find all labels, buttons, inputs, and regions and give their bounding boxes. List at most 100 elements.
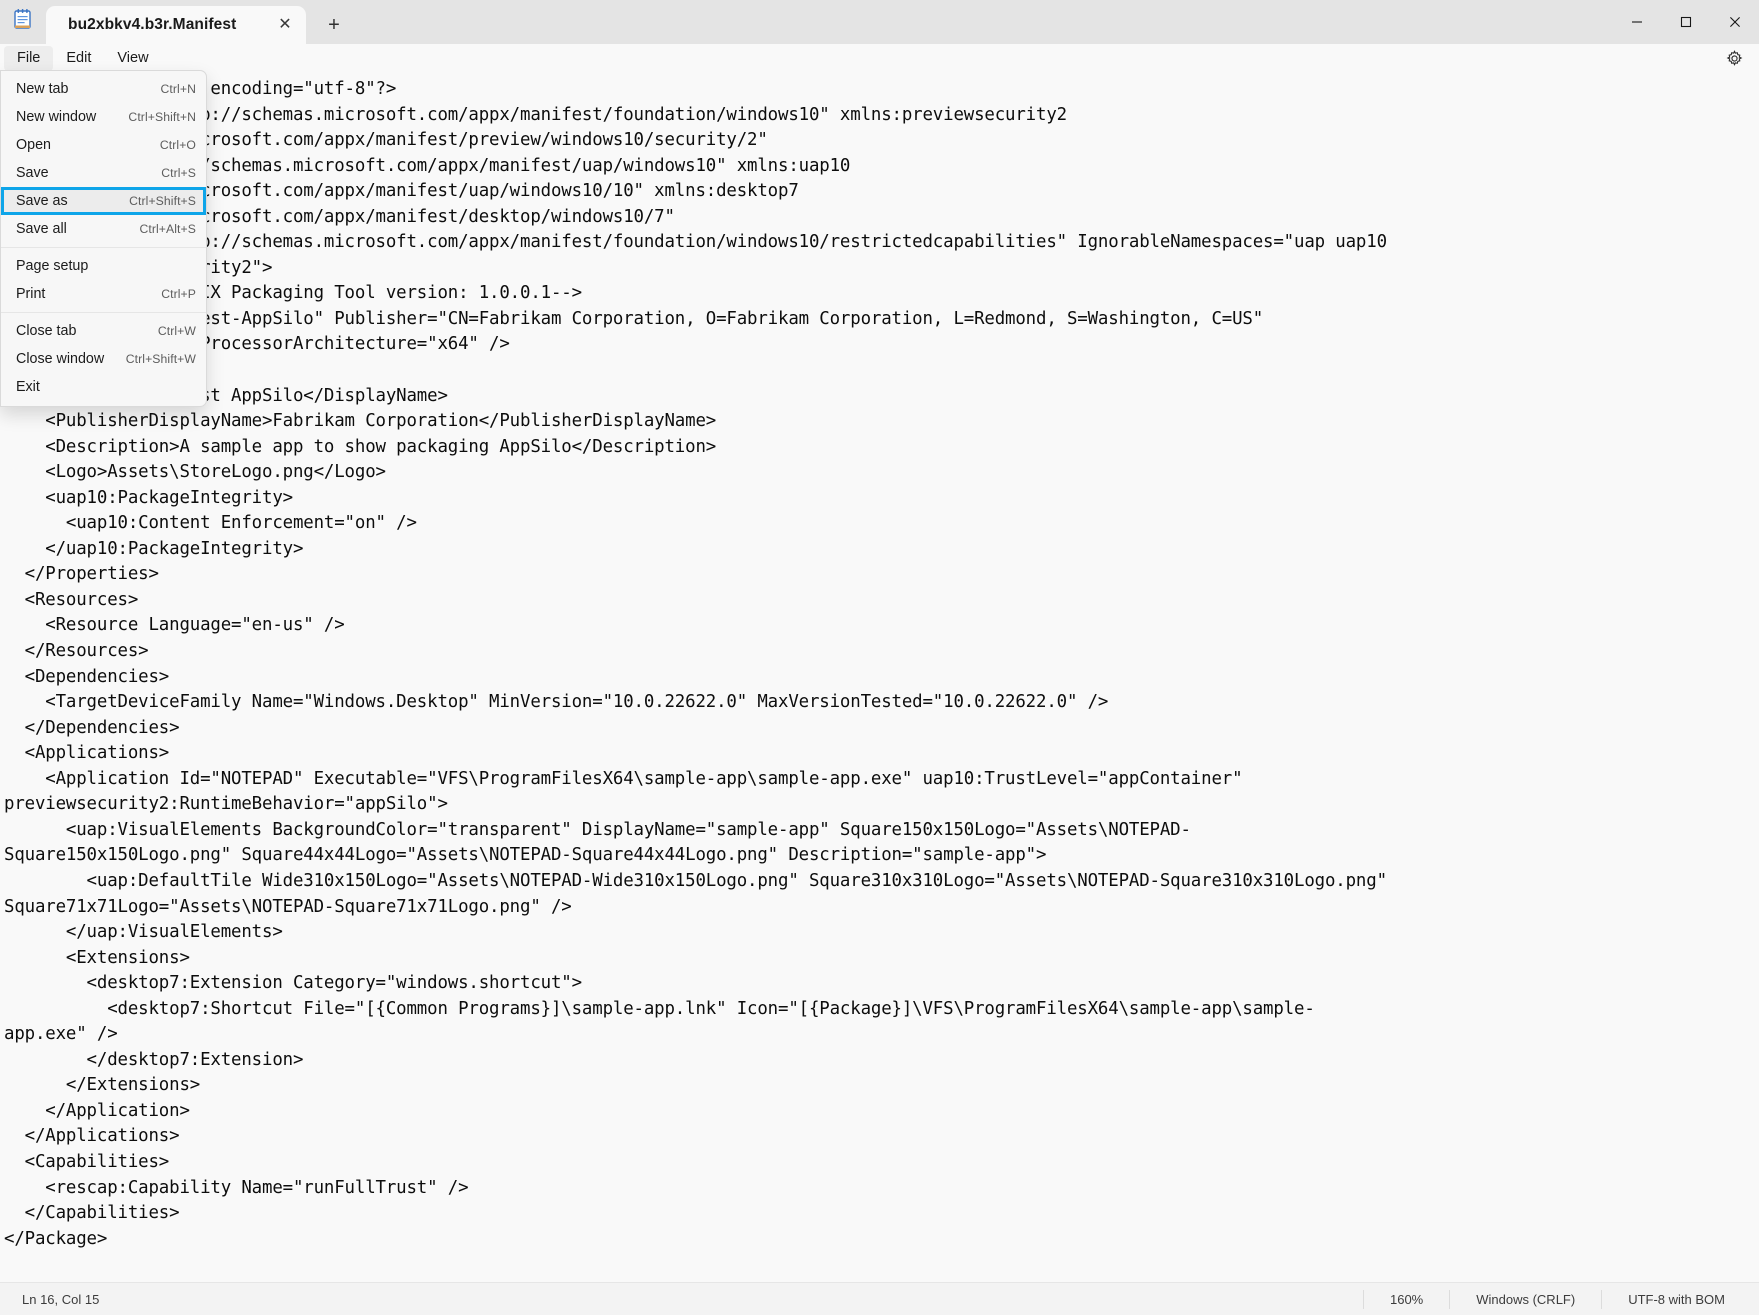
- close-window-button[interactable]: [1710, 0, 1759, 44]
- menu-item-close-window[interactable]: Close window Ctrl+Shift+W: [1, 345, 206, 373]
- menu-item-save-all[interactable]: Save all Ctrl+Alt+S: [1, 215, 206, 243]
- menu-bar: File Edit View: [0, 44, 1759, 73]
- encoding[interactable]: UTF-8 with BOM: [1601, 1289, 1759, 1309]
- minimize-button[interactable]: [1612, 0, 1661, 44]
- line-endings[interactable]: Windows (CRLF): [1449, 1289, 1601, 1309]
- code-line: <Logo>Assets\StoreLogo.png</Logo>: [4, 462, 386, 483]
- code-line: Version="1.0.0.0" ProcessorArchitecture=…: [4, 334, 510, 355]
- zoom-level[interactable]: 160%: [1362, 1289, 1449, 1309]
- menu-separator: [1, 312, 206, 313]
- file-menu-flyout: New tab Ctrl+N New window Ctrl+Shift+N O…: [0, 70, 207, 407]
- code-line: ="http://schemas.microsoft.com/appx/mani…: [4, 206, 675, 227]
- code-line: <uap:DefaultTile Wide310x150Logo="Assets…: [4, 870, 1387, 891]
- code-line: <Capabilities>: [4, 1151, 170, 1172]
- code-line: <desktop7:Extension Category="windows.sh…: [4, 973, 583, 994]
- code-line: <Resources>: [4, 589, 139, 610]
- status-bar: Ln 16, Col 15 160% Windows (CRLF) UTF-8 …: [0, 1282, 1759, 1315]
- menu-item-accelerator: Ctrl+O: [159, 138, 196, 152]
- menu-separator: [1, 247, 206, 248]
- tab-title: bu2xbkv4.b3r.Manifest: [68, 16, 237, 33]
- code-line: <!--Created by MSIX Packaging Tool versi…: [4, 283, 582, 304]
- menu-item-open[interactable]: Open Ctrl+O: [1, 131, 206, 159]
- code-line: Square71x71Logo="Assets\NOTEPAD-Square71…: [4, 896, 572, 917]
- new-tab-button[interactable]: +: [312, 6, 356, 44]
- menu-item-label: Save as: [16, 193, 68, 209]
- menu-item-accelerator: Ctrl+Shift+N: [128, 110, 196, 124]
- code-line: <Resource Language="en-us" />: [4, 615, 345, 636]
- code-line: <Identity Name="Test-AppSilo" Publisher=…: [4, 308, 1264, 329]
- code-line: <Applications>: [4, 743, 170, 764]
- menu-item-label: New tab: [16, 81, 69, 97]
- code-line: ="http://schemas.microsoft.com/appx/mani…: [4, 181, 799, 202]
- menu-item-label: Exit: [16, 379, 40, 395]
- menu-item-accelerator: Ctrl+S: [161, 166, 196, 180]
- code-line: <Dependencies>: [4, 666, 170, 687]
- manifest-source-text[interactable]: <?xml version="1.0" encoding="utf-8"?> <P…: [4, 77, 1759, 1252]
- code-line: </Extensions>: [4, 1075, 201, 1096]
- menu-item-exit[interactable]: Exit: [1, 373, 206, 401]
- file-menu-group-1: New tab Ctrl+N New window Ctrl+Shift+N O…: [1, 75, 206, 243]
- file-menu-group-2: Page setup Print Ctrl+P: [1, 252, 206, 308]
- notepad-icon: [0, 0, 46, 44]
- menu-item-save-as[interactable]: Save as Ctrl+Shift+S: [1, 187, 206, 215]
- code-line: <Properties>: [4, 358, 1759, 384]
- tab-manifest[interactable]: bu2xbkv4.b3r.Manifest ✕: [46, 6, 306, 44]
- menubar-item-edit[interactable]: Edit: [53, 46, 104, 71]
- menu-item-accelerator: Ctrl+Shift+W: [125, 352, 196, 366]
- code-line: <uap10:PackageIntegrity>: [4, 487, 293, 508]
- menu-item-print[interactable]: Print Ctrl+P: [1, 280, 206, 308]
- code-line: </Resources>: [4, 641, 149, 662]
- menu-item-label: Print: [16, 286, 46, 302]
- code-line: <uap10:Content Enforcement="on" />: [4, 513, 417, 534]
- code-line: <Package xmlns="http://schemas.microsoft…: [4, 104, 1067, 125]
- file-menu-group-3: Close tab Ctrl+W Close window Ctrl+Shift…: [1, 317, 206, 401]
- menu-item-new-tab[interactable]: New tab Ctrl+N: [1, 75, 206, 103]
- code-line: <uap:VisualElements BackgroundColor="tra…: [4, 819, 1191, 840]
- menu-item-accelerator: Ctrl+Alt+S: [139, 222, 196, 236]
- code-line: </Package>: [4, 1228, 108, 1249]
- menu-item-label: Save all: [16, 221, 67, 237]
- maximize-button[interactable]: [1661, 0, 1710, 44]
- code-line: </Applications>: [4, 1126, 180, 1147]
- code-line: <rescap:Capability Name="runFullTrust" /…: [4, 1177, 469, 1198]
- code-line: </desktop7:Extension>: [4, 1049, 304, 1070]
- menu-item-accelerator: Ctrl+W: [157, 324, 196, 338]
- status-bar-right: 160% Windows (CRLF) UTF-8 with BOM: [1362, 1289, 1759, 1309]
- code-line: rescap previewsecurity2">: [4, 256, 1759, 282]
- menu-item-label: Close window: [16, 351, 105, 367]
- menu-item-page-setup[interactable]: Page setup: [1, 252, 206, 280]
- code-line: Square150x150Logo.png" Square44x44Logo="…: [4, 845, 1047, 866]
- text-editor-area[interactable]: <?xml version="1.0" encoding="utf-8"?> <P…: [0, 73, 1759, 1282]
- code-line: <DisplayName>Test AppSilo</DisplayName>: [4, 385, 448, 406]
- menu-item-label: Close tab: [16, 323, 77, 339]
- code-line: <Extensions>: [4, 947, 190, 968]
- close-tab-icon[interactable]: ✕: [270, 10, 300, 40]
- window-controls: [1612, 0, 1759, 44]
- menu-item-label: Save: [16, 165, 49, 181]
- code-line: </uap:VisualElements>: [4, 922, 283, 943]
- gear-icon[interactable]: [1721, 46, 1747, 72]
- title-bar: bu2xbkv4.b3r.Manifest ✕ +: [0, 0, 1759, 44]
- code-line: <Description>A sample app to show packag…: [4, 436, 717, 457]
- cursor-position: Ln 16, Col 15: [22, 1291, 100, 1307]
- menu-item-close-tab[interactable]: Close tab Ctrl+W: [1, 317, 206, 345]
- code-line: xmlns:uap="http://schemas.microsoft.com/…: [4, 155, 851, 176]
- code-line: <TargetDeviceFamily Name="Windows.Deskto…: [4, 692, 1109, 713]
- code-line: <desktop7:Shortcut File="[{Common Progra…: [4, 998, 1315, 1019]
- code-line: xmlns:rescap="http://schemas.microsoft.c…: [4, 232, 1387, 253]
- menubar-item-view[interactable]: View: [104, 46, 161, 71]
- code-line: <Application Id="NOTEPAD" Executable="VF…: [4, 768, 1243, 789]
- code-line: <?xml version="1.0" encoding="utf-8"?>: [4, 79, 397, 99]
- menu-item-save[interactable]: Save Ctrl+S: [1, 159, 206, 187]
- menu-item-label: New window: [16, 109, 97, 125]
- code-line: </Dependencies>: [4, 717, 180, 738]
- code-line: ="http://schemas.microsoft.com/appx/mani…: [4, 130, 768, 151]
- menu-item-accelerator: Ctrl+N: [160, 82, 196, 96]
- code-line: </uap10:PackageIntegrity>: [4, 538, 304, 559]
- menu-item-accelerator: Ctrl+P: [161, 287, 196, 301]
- code-line: </Application>: [4, 1100, 190, 1121]
- menubar-item-file[interactable]: File: [4, 45, 54, 72]
- menu-item-new-window[interactable]: New window Ctrl+Shift+N: [1, 103, 206, 131]
- code-line: previewsecurity2:RuntimeBehavior="appSil…: [4, 794, 448, 815]
- code-line: </Capabilities>: [4, 1203, 180, 1224]
